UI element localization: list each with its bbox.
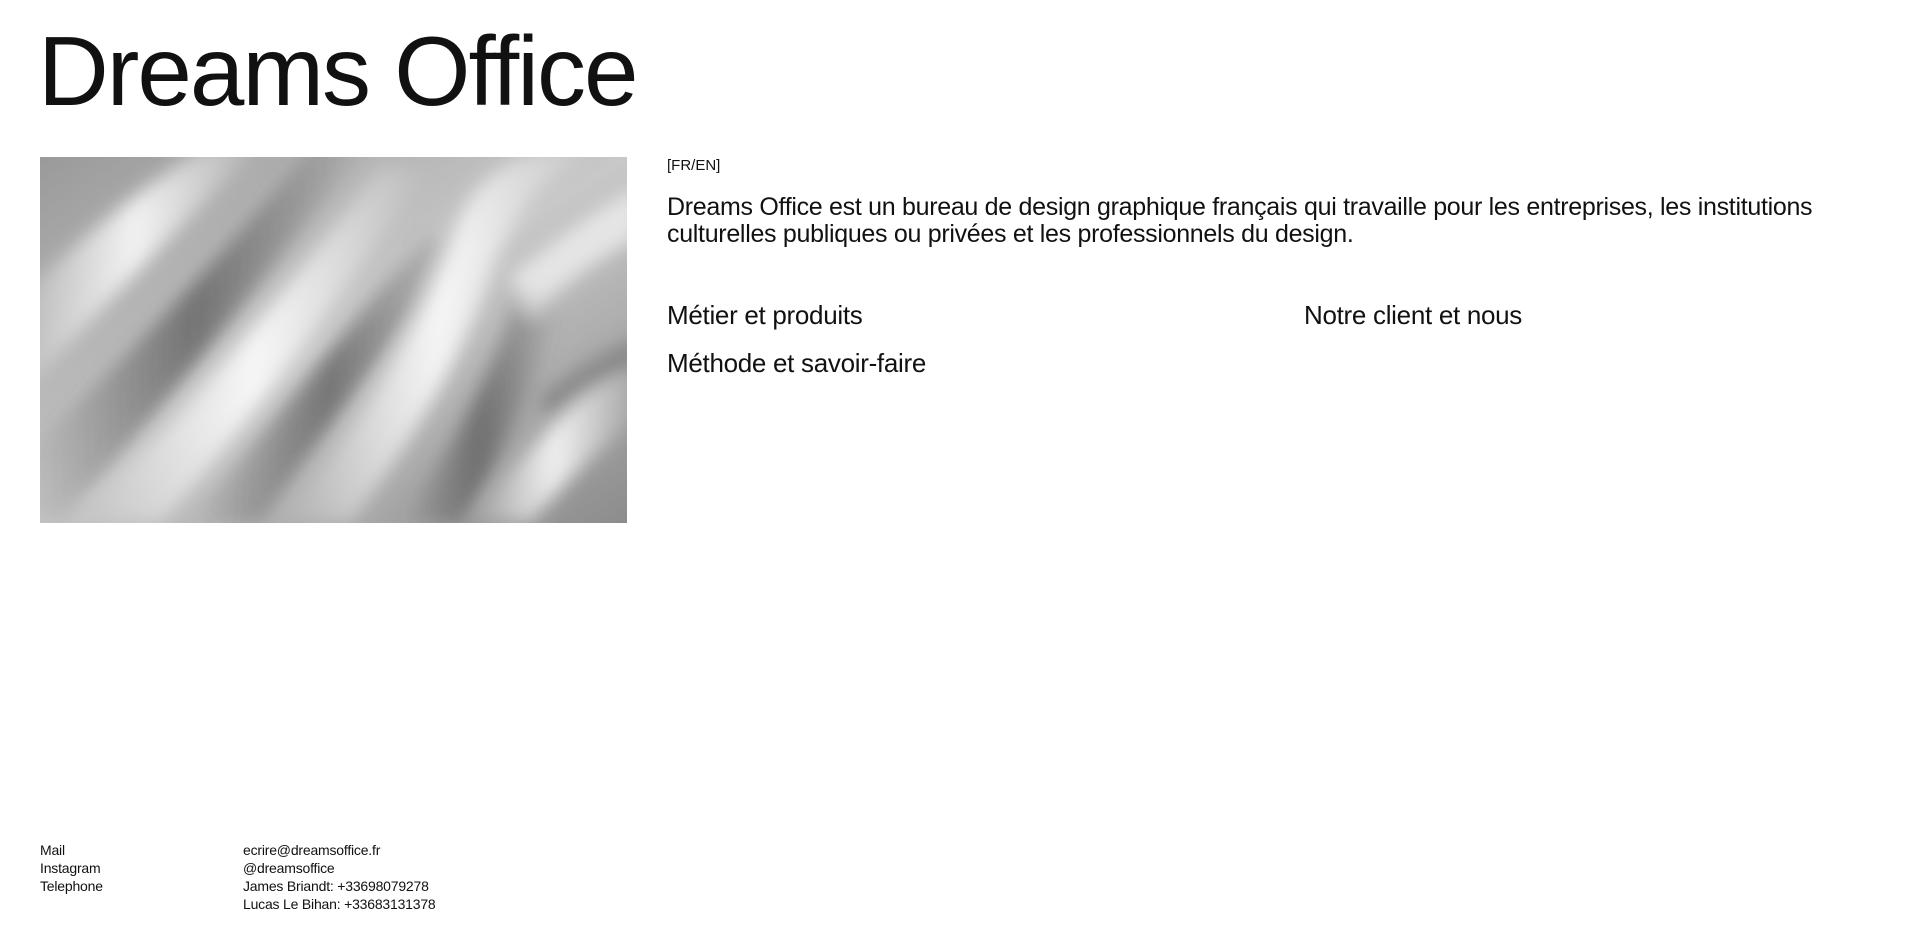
footer-phone-james[interactable]: James Briandt: +33698079278 (243, 878, 429, 894)
footer-phone-lucas[interactable]: Lucas Le Bihan: +33683131378 (243, 896, 436, 912)
site-title: Dreams Office (38, 16, 638, 126)
hero-image (40, 157, 627, 523)
footer-instagram-link[interactable]: @dreamsoffice (243, 860, 335, 876)
nav-link-metier-et-produits[interactable]: Métier et produits (667, 300, 863, 330)
footer-values: ecrire@dreamsoffice.fr @dreamsoffice Jam… (243, 841, 563, 913)
footer-mail-link[interactable]: ecrire@dreamsoffice.fr (243, 842, 380, 858)
footer-label-instagram: Instagram (40, 860, 101, 876)
nav-link-methode-et-savoir-faire[interactable]: Méthode et savoir-faire (667, 348, 926, 378)
footer-label-mail: Mail (40, 842, 65, 858)
nav-link-notre-client-et-nous[interactable]: Notre client et nous (1304, 300, 1522, 330)
footer-labels: Mail Instagram Telephone (40, 841, 220, 895)
language-switch[interactable]: [FR/EN] (667, 157, 720, 175)
footer-label-telephone: Telephone (40, 878, 103, 894)
intro-text: Dreams Office est un bureau de design gr… (667, 193, 1813, 248)
page: Dreams Office [FR/EN] Dreams Office est … (0, 0, 1920, 944)
satin-fabric-image (40, 157, 627, 523)
